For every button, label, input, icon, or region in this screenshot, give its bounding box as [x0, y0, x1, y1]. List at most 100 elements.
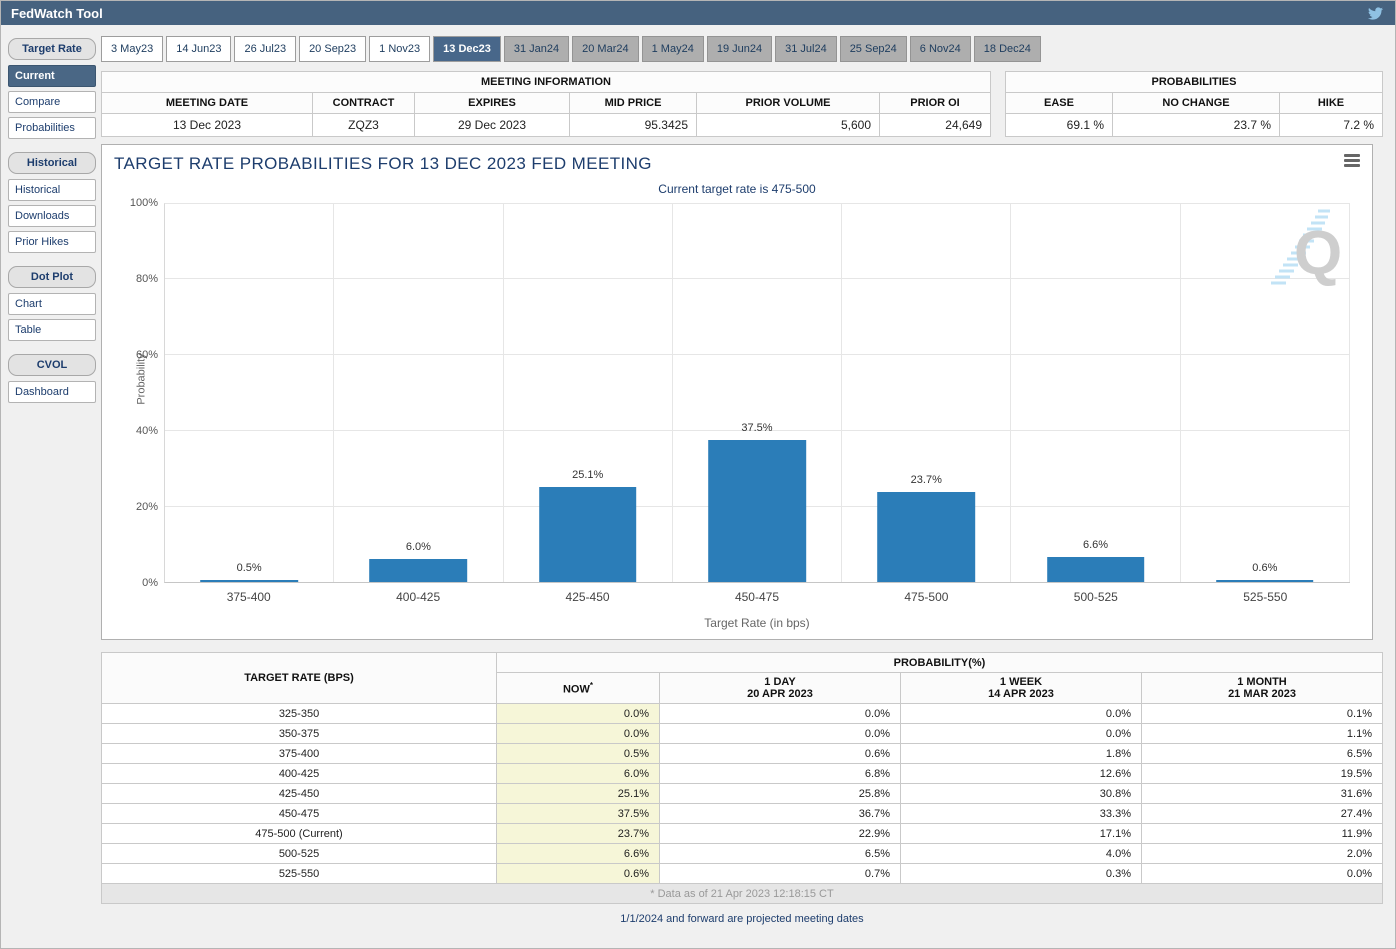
x-category: 375-400: [164, 590, 333, 604]
tab-25-sep24[interactable]: 25 Sep24: [840, 36, 907, 62]
one-month-cell: 6.5%: [1142, 744, 1383, 764]
y-tick-60: 60%: [136, 349, 158, 361]
one-month-cell: 2.0%: [1142, 844, 1383, 864]
sidebar-item-prior-hikes[interactable]: Prior Hikes: [8, 231, 96, 253]
table-row: 325-350 0.0% 0.0% 0.0% 0.1%: [102, 704, 1383, 724]
probability-bar[interactable]: [1047, 557, 1145, 582]
tab-20-sep23[interactable]: 20 Sep23: [299, 36, 366, 62]
tab-31-jul24[interactable]: 31 Jul24: [775, 36, 837, 62]
one-day-cell: 0.7%: [660, 864, 901, 884]
tab-26-jul23[interactable]: 26 Jul23: [234, 36, 296, 62]
tab-6-nov24[interactable]: 6 Nov24: [910, 36, 971, 62]
tab-1-may24[interactable]: 1 May24: [642, 36, 704, 62]
tab-31-jan24[interactable]: 31 Jan24: [504, 36, 569, 62]
table-row: 400-425 6.0% 6.8% 12.6% 19.5%: [102, 764, 1383, 784]
chart-column: 23.7%: [842, 204, 1011, 582]
one-month-cell: 19.5%: [1142, 764, 1383, 784]
one-day-cell: 0.0%: [660, 704, 901, 724]
one-day-cell: 22.9%: [660, 824, 901, 844]
table-row: 375-400 0.5% 0.6% 1.8% 6.5%: [102, 744, 1383, 764]
probability-bar[interactable]: [708, 440, 806, 583]
sidebar-header-cvol: CVOL: [8, 354, 96, 376]
rate-cell: 400-425: [102, 764, 497, 784]
chart-column: 37.5%: [673, 204, 842, 582]
one-week-cell: 12.6%: [901, 764, 1142, 784]
chart-context-menu-icon[interactable]: [1344, 154, 1360, 169]
rate-cell-current: 475-500 (Current): [102, 824, 497, 844]
y-axis-title: Probability: [136, 353, 148, 404]
rate-cell: 425-450: [102, 784, 497, 804]
y-tick-0: 0%: [142, 577, 158, 589]
one-day-cell: 6.8%: [660, 764, 901, 784]
meeting-information-table: MEETING INFORMATION MEETING DATE CONTRAC…: [101, 71, 991, 137]
bar-value-label: 6.6%: [1011, 539, 1179, 551]
target-rate-probability-chart: TARGET RATE PROBABILITIES FOR 13 DEC 202…: [101, 144, 1373, 640]
one-month-cell: 1.1%: [1142, 724, 1383, 744]
one-day-column-header: 1 DAY20 APR 2023: [660, 673, 901, 704]
data-as-of-footnote: * Data as of 21 Apr 2023 12:18:15 CT: [102, 884, 1383, 904]
probabilities-title: PROBABILITIES: [1006, 72, 1383, 93]
now-footnote-marker: *: [590, 681, 593, 690]
rate-cell: 500-525: [102, 844, 497, 864]
now-cell: 0.0%: [497, 724, 660, 744]
rate-cell: 325-350: [102, 704, 497, 724]
no-change-header: NO CHANGE: [1113, 93, 1280, 114]
sidebar-item-downloads[interactable]: Downloads: [8, 205, 96, 227]
now-cell: 0.0%: [497, 704, 660, 724]
meeting-date-header: MEETING DATE: [102, 93, 313, 114]
sidebar: Target Rate Current Compare Probabilitie…: [1, 36, 101, 925]
tab-18-dec24[interactable]: 18 Dec24: [974, 36, 1041, 62]
now-cell: 6.6%: [497, 844, 660, 864]
sidebar-section-historical: Historical Historical Downloads Prior Hi…: [8, 152, 96, 253]
prior-oi-value: 24,649: [880, 114, 991, 137]
now-cell: 23.7%: [497, 824, 660, 844]
bar-value-label: 37.5%: [673, 422, 841, 434]
one-week-cell: 0.0%: [901, 704, 1142, 724]
table-row: 525-550 0.6% 0.7% 0.3% 0.0%: [102, 864, 1383, 884]
sidebar-item-chart[interactable]: Chart: [8, 293, 96, 315]
tab-14-jun23[interactable]: 14 Jun23: [166, 36, 231, 62]
tab-1-nov23[interactable]: 1 Nov23: [369, 36, 430, 62]
sidebar-item-dashboard[interactable]: Dashboard: [8, 381, 96, 403]
tab-13-dec23[interactable]: 13 Dec23: [433, 36, 501, 62]
one-month-column-header: 1 MONTH21 MAR 2023: [1142, 673, 1383, 704]
sidebar-item-probabilities[interactable]: Probabilities: [8, 117, 96, 139]
x-category: 400-425: [333, 590, 502, 604]
probability-bar[interactable]: [1216, 580, 1314, 582]
ease-value: 69.1 %: [1006, 114, 1113, 137]
tab-20-mar24[interactable]: 20 Mar24: [572, 36, 638, 62]
twitter-icon[interactable]: [1367, 5, 1385, 21]
sidebar-item-historical[interactable]: Historical: [8, 179, 96, 201]
sidebar-section-target-rate: Target Rate Current Compare Probabilitie…: [8, 38, 96, 139]
table-row: 350-375 0.0% 0.0% 0.0% 1.1%: [102, 724, 1383, 744]
sidebar-item-table[interactable]: Table: [8, 319, 96, 341]
now-cell: 0.6%: [497, 864, 660, 884]
bar-value-label: 0.6%: [1181, 562, 1349, 574]
probability-bar[interactable]: [370, 559, 468, 582]
one-week-cell: 0.0%: [901, 724, 1142, 744]
sidebar-item-compare[interactable]: Compare: [8, 91, 96, 113]
x-axis-title: Target Rate (in bps): [164, 616, 1350, 630]
tab-3-may23[interactable]: 3 May23: [101, 36, 163, 62]
sidebar-header-dot-plot: Dot Plot: [8, 266, 96, 288]
tab-19-jun24[interactable]: 19 Jun24: [707, 36, 772, 62]
chart-column: 0.6%: [1181, 204, 1350, 582]
one-day-cell: 0.6%: [660, 744, 901, 764]
chart-subtitle: Current target rate is 475-500: [102, 182, 1372, 196]
projected-dates-note: 1/1/2024 and forward are projected meeti…: [101, 913, 1383, 925]
main-content: 3 May23 14 Jun23 26 Jul23 20 Sep23 1 Nov…: [101, 36, 1395, 925]
sidebar-header-target-rate: Target Rate: [8, 38, 96, 60]
now-cell: 6.0%: [497, 764, 660, 784]
probability-bar[interactable]: [200, 580, 298, 582]
now-cell: 37.5%: [497, 804, 660, 824]
contract-header: CONTRACT: [313, 93, 415, 114]
chart-column: 6.0%: [334, 204, 503, 582]
hike-value: 7.2 %: [1280, 114, 1383, 137]
sidebar-item-current[interactable]: Current: [8, 65, 96, 87]
one-day-cell: 0.0%: [660, 724, 901, 744]
probability-bar[interactable]: [877, 492, 975, 582]
meeting-date-value: 13 Dec 2023: [102, 114, 313, 137]
target-rate-bps-header: TARGET RATE (BPS): [102, 653, 497, 704]
y-tick-100: 100%: [130, 197, 158, 209]
probability-bar[interactable]: [539, 487, 637, 582]
